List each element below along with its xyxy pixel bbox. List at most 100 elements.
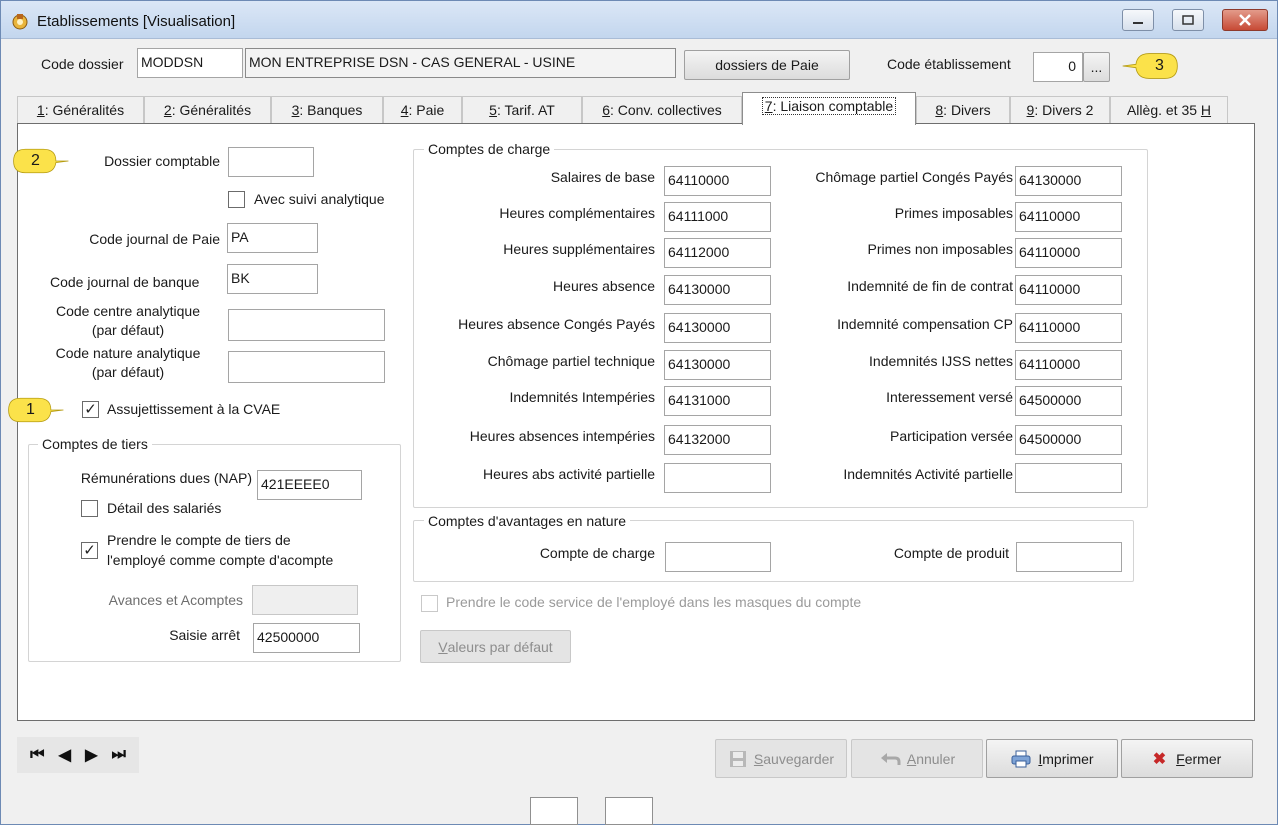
charge-left-field[interactable]: 64131000 — [664, 386, 771, 416]
code-etablissement-label: Code établissement — [887, 56, 1011, 72]
tab-conv-collectives[interactable]: 6: Conv. collectives — [582, 96, 742, 124]
fermer-button[interactable]: ✖ Fermer — [1121, 739, 1253, 778]
charge-left-field[interactable]: 64112000 — [664, 238, 771, 268]
callout-2-shape — [13, 148, 69, 174]
charge-right-field[interactable]: 64110000 — [1015, 238, 1122, 268]
charge-left-label: Heures abs activité partielle — [483, 466, 655, 482]
dossiers-paie-button[interactable]: dossiers de Paie — [684, 50, 850, 80]
imprimer-button[interactable]: Imprimer — [986, 739, 1118, 778]
minimize-icon — [1133, 22, 1143, 24]
close-window-button[interactable] — [1222, 9, 1268, 31]
charge-right-field[interactable]: 64110000 — [1015, 275, 1122, 305]
suivi-analytique-checkbox[interactable] — [228, 191, 245, 208]
minimize-button[interactable] — [1122, 9, 1154, 31]
callout-1-shape — [8, 397, 64, 423]
sauvegarder-button[interactable]: Sauvegarder — [715, 739, 847, 778]
avances-acomptes-field — [252, 585, 358, 615]
remunerations-label: Rémunérations dues (NAP) — [80, 470, 252, 486]
charge-left-field[interactable]: 64130000 — [664, 313, 771, 343]
tab-divers[interactable]: 8: Divers — [916, 96, 1010, 124]
detail-salaries-checkbox[interactable] — [81, 500, 98, 517]
next-record-icon[interactable]: ▶ — [85, 745, 97, 765]
tab-tarif-at[interactable]: 5: Tarif. AT — [462, 96, 582, 124]
charge-right-label: Participation versée — [890, 428, 1013, 444]
charge-right-label: Interessement versé — [886, 389, 1013, 405]
undo-icon — [880, 752, 901, 765]
charge-right-label: Primes non imposables — [867, 241, 1013, 257]
charge-left-label: Heures complémentaires — [499, 205, 655, 221]
compte-produit-label: Compte de produit — [893, 545, 1009, 561]
charge-right-field[interactable]: 64500000 — [1015, 386, 1122, 416]
floppy-disk-icon — [729, 750, 746, 767]
charge-left-field[interactable]: 64132000 — [664, 425, 771, 455]
annuler-button[interactable]: Annuler — [851, 739, 983, 778]
charge-left-field[interactable]: 64110000 — [664, 166, 771, 196]
dossier-name-field: MON ENTREPRISE DSN - CAS GENERAL - USINE — [245, 48, 676, 78]
charge-left-field[interactable]: 64111000 — [664, 202, 771, 232]
comptes-tiers-title: Comptes de tiers — [38, 436, 152, 452]
saisie-arret-label: Saisie arrêt — [169, 627, 240, 643]
ellipsis-button[interactable]: ... — [1083, 52, 1110, 82]
journal-banque-field[interactable]: BK — [227, 264, 318, 294]
charge-right-field[interactable] — [1015, 463, 1122, 493]
charge-left-label: Heures absences intempéries — [469, 428, 655, 444]
centre-analytique-sublabel: (par défaut) — [91, 322, 165, 338]
charge-right-field[interactable]: 64130000 — [1015, 166, 1122, 196]
charge-right-field[interactable]: 64500000 — [1015, 425, 1122, 455]
maximize-button[interactable] — [1172, 9, 1204, 31]
avances-acomptes-label: Avances et Acomptes — [108, 592, 243, 608]
avantages-nature-title: Comptes d'avantages en nature — [424, 513, 631, 529]
charge-left-field[interactable]: 64130000 — [664, 350, 771, 380]
first-record-icon[interactable]: ⏮ — [30, 746, 44, 764]
callout-1-label: 1 — [26, 401, 35, 418]
nature-analytique-field[interactable] — [228, 351, 385, 383]
window-title: Etablissements [Visualisation] — [37, 13, 236, 30]
centre-analytique-label: Code centre analytique — [56, 303, 200, 319]
suivi-analytique-label: Avec suivi analytique — [254, 191, 385, 207]
compte-produit-field[interactable] — [1016, 542, 1122, 572]
charge-left-label: Heures supplémentaires — [503, 241, 655, 257]
journal-paie-field[interactable]: PA — [227, 223, 318, 253]
code-dossier-field[interactable]: MODDSN — [137, 48, 243, 78]
code-service-label: Prendre le code service de l'employé dan… — [446, 594, 862, 610]
charge-right-label: Indemnité compensation CP — [837, 316, 1013, 332]
tab-alleg-35h[interactable]: Allèg. et 35 H — [1110, 96, 1228, 124]
centre-analytique-field[interactable] — [228, 309, 385, 341]
charge-right-field[interactable]: 64110000 — [1015, 313, 1122, 343]
tab-divers-2[interactable]: 9: Divers 2 — [1010, 96, 1110, 124]
charge-left-label: Salaires de base — [550, 169, 655, 185]
saisie-arret-field[interactable]: 42500000 — [253, 623, 360, 653]
compte-acompte-checkbox[interactable]: ✓ — [81, 542, 98, 559]
tab-generalites-1[interactable]: 1: Généralités — [17, 96, 144, 124]
close-icon — [1239, 14, 1251, 26]
charge-right-label: Indemnité de fin de contrat — [847, 278, 1013, 294]
tab-liaison-comptable[interactable]: 7: Liaison comptable — [742, 92, 916, 125]
charge-right-label: Chômage partiel Congés Payés — [815, 169, 1013, 185]
printer-icon — [1011, 750, 1031, 767]
tab-generalites-2[interactable]: 2: Généralités — [144, 96, 271, 124]
code-service-checkbox[interactable] — [421, 595, 438, 612]
charge-right-label: Indemnités IJSS nettes — [869, 353, 1013, 369]
journal-paie-label: Code journal de Paie — [89, 231, 220, 247]
charge-left-field[interactable] — [664, 463, 771, 493]
detail-salaries-label: Détail des salariés — [107, 500, 222, 516]
compte-charge-field[interactable] — [665, 542, 771, 572]
dossier-comptable-field[interactable] — [228, 147, 314, 177]
dossier-comptable-label: Dossier comptable — [104, 153, 220, 169]
cvae-checkbox[interactable]: ✓ — [82, 401, 99, 418]
valeurs-defaut-button[interactable]: Valeurs par défaut — [420, 630, 571, 663]
last-record-icon[interactable]: ⏭ — [112, 746, 126, 764]
tab-banques[interactable]: 3: Banques — [271, 96, 383, 124]
tab-paie[interactable]: 4: Paie — [383, 96, 462, 124]
charge-right-field[interactable]: 64110000 — [1015, 202, 1122, 232]
charge-right-field[interactable]: 64110000 — [1015, 350, 1122, 380]
callout-3-label: 3 — [1155, 57, 1164, 74]
liaison-comptable-panel: Dossier comptable Avec suivi analytique … — [17, 123, 1255, 721]
previous-record-icon[interactable]: ◀ — [59, 745, 71, 765]
charge-left-label: Chômage partiel technique — [487, 353, 655, 369]
code-etablissement-field[interactable]: 0 — [1033, 52, 1083, 82]
charge-left-field[interactable]: 64130000 — [664, 275, 771, 305]
window: Etablissements [Visualisation] Code doss… — [0, 0, 1278, 825]
compte-acompte-sublabel: l'employé comme compte d'acompte — [107, 552, 334, 568]
remunerations-field[interactable]: 421EEEE0 — [257, 470, 362, 500]
